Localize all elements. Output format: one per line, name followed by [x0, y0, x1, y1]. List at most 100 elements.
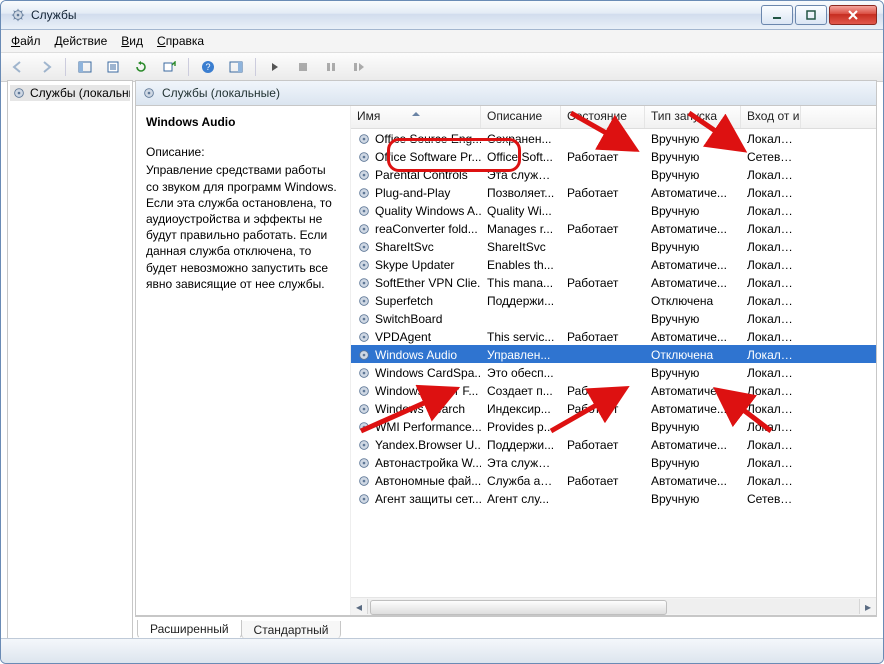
pane-header: Службы (локальные)	[135, 80, 877, 105]
cell-description: Provides p...	[481, 419, 561, 434]
cell-startup-type: Вручную	[645, 491, 741, 506]
cell-name: Quality Windows A...	[351, 203, 481, 218]
scrollbar-track[interactable]	[367, 599, 860, 614]
service-name-text: reaConverter fold...	[375, 222, 478, 236]
pane-body: Windows Audio Описание: Управление средс…	[135, 105, 877, 616]
cell-description: Эта служб...	[481, 455, 561, 470]
service-row[interactable]: SoftEther VPN Clie...This mana...Работае…	[351, 273, 876, 291]
service-row[interactable]: Quality Windows A...Quality Wi...Вручную…	[351, 201, 876, 219]
gear-icon	[357, 474, 371, 488]
cell-startup-type: Автоматиче...	[645, 221, 741, 236]
toolbar-separator	[255, 58, 256, 76]
service-row[interactable]: Yandex.Browser U...Поддержи...РаботаетАв…	[351, 435, 876, 453]
gear-icon	[357, 276, 371, 290]
services-window: Службы ФФайлайл Действие Вид Справка ?	[0, 0, 884, 664]
service-row[interactable]: reaConverter fold...Manages r...Работает…	[351, 219, 876, 237]
cell-startup-type: Автоматиче...	[645, 257, 741, 272]
menu-file[interactable]: ФФайлайл	[5, 32, 47, 50]
gear-icon	[357, 132, 371, 146]
export-list-button[interactable]	[156, 55, 182, 79]
service-row[interactable]: Windows CardSpa...Это обесп...ВручнуюЛок…	[351, 363, 876, 381]
scroll-right-icon[interactable]: ▸	[860, 599, 876, 614]
toolbar-separator	[188, 58, 189, 76]
toolbar-separator	[65, 58, 66, 76]
cell-name: SoftEther VPN Clie...	[351, 275, 481, 290]
menu-help[interactable]: Справка	[151, 32, 210, 50]
service-row[interactable]: Office Software Pr...Office Soft...Работ…	[351, 147, 876, 165]
cell-name: reaConverter fold...	[351, 221, 481, 236]
properties-button[interactable]	[100, 55, 126, 79]
maximize-button[interactable]	[795, 5, 827, 25]
service-row[interactable]: Windows AudioУправлен...ОтключенаЛокальн…	[351, 345, 876, 363]
tab-extended[interactable]: Расширенный	[137, 620, 242, 639]
menu-action[interactable]: Действие	[49, 32, 114, 50]
refresh-button[interactable]	[128, 55, 154, 79]
service-row[interactable]: Office Source Eng...Сохранен...ВручнуюЛо…	[351, 129, 876, 147]
cell-name: Windows Audio	[351, 347, 481, 362]
scroll-left-icon[interactable]: ◂	[351, 599, 367, 614]
cell-startup-type: Отключена	[645, 347, 741, 362]
tree-item-services-local[interactable]: Службы (локальные)	[10, 85, 130, 101]
column-header-startup-type[interactable]: Тип запуска	[645, 106, 741, 128]
cell-name: Windows CardSpa...	[351, 365, 481, 380]
column-header-name[interactable]: Имя	[351, 106, 481, 128]
service-row[interactable]: Автонастройка W...Эта служб...ВручнуюЛок…	[351, 453, 876, 471]
service-row[interactable]: Агент защиты сет...Агент слу...ВручнуюСе…	[351, 489, 876, 507]
main-pane: Службы (локальные) Windows Audio Описани…	[135, 80, 877, 639]
service-row[interactable]: Windows Driver F...Создает п...РаботаетА…	[351, 381, 876, 399]
cell-startup-type: Вручную	[645, 149, 741, 164]
service-row[interactable]: Windows SearchИндексир...РаботаетАвтомат…	[351, 399, 876, 417]
cell-startup-type: Вручную	[645, 239, 741, 254]
cell-description: Office Soft...	[481, 149, 561, 164]
service-row[interactable]: Parental ControlsЭта служб...ВручнуюЛока…	[351, 165, 876, 183]
back-button	[5, 55, 31, 79]
cell-description: Позволяет...	[481, 185, 561, 200]
cell-state	[561, 462, 645, 463]
cell-startup-type: Автоматиче...	[645, 437, 741, 452]
service-name-text: SwitchBoard	[375, 312, 442, 326]
cell-logon: Локальна	[741, 257, 801, 272]
cell-description: This mana...	[481, 275, 561, 290]
menu-view[interactable]: Вид	[115, 32, 149, 50]
service-row[interactable]: VPDAgentThis servic...РаботаетАвтоматиче…	[351, 327, 876, 345]
gear-icon	[357, 492, 371, 506]
service-row[interactable]: ShareItSvcShareItSvcВручнуюЛокальна	[351, 237, 876, 255]
service-name-text: Windows Driver F...	[375, 384, 478, 398]
help-button[interactable]: ?	[195, 55, 221, 79]
cell-description: Сохранен...	[481, 131, 561, 146]
cell-state	[561, 372, 645, 373]
cell-state: Работает	[561, 401, 645, 416]
tab-standard[interactable]: Стандартный	[241, 621, 342, 639]
cell-name: Windows Search	[351, 401, 481, 416]
service-name-text: Office Software Pr...	[375, 150, 481, 164]
column-header-state[interactable]: Состояние	[561, 106, 645, 128]
cell-startup-type: Автоматиче...	[645, 275, 741, 290]
cell-state	[561, 264, 645, 265]
service-row[interactable]: SuperfetchПоддержи...ОтключенаЛокальна	[351, 291, 876, 309]
show-hide-action-pane-button[interactable]	[223, 55, 249, 79]
service-name-text: Yandex.Browser U...	[375, 438, 481, 452]
service-row[interactable]: Plug-and-PlayПозволяет...РаботаетАвтомат…	[351, 183, 876, 201]
service-row[interactable]: Автономные фай...Служба ав...РаботаетАвт…	[351, 471, 876, 489]
cell-startup-type: Автоматиче...	[645, 473, 741, 488]
service-row[interactable]: SwitchBoardВручнуюЛокальна	[351, 309, 876, 327]
gear-icon	[357, 348, 371, 362]
rows-container[interactable]: Office Source Eng...Сохранен...ВручнуюЛо…	[351, 129, 876, 597]
show-hide-tree-button[interactable]	[72, 55, 98, 79]
cell-logon: Локальна	[741, 275, 801, 290]
service-row[interactable]: WMI Performance...Provides p...ВручнуюЛо…	[351, 417, 876, 435]
start-service-button[interactable]	[262, 55, 288, 79]
column-header-logon[interactable]: Вход от и...	[741, 106, 801, 128]
horizontal-scrollbar[interactable]: ◂ ▸	[351, 597, 876, 615]
column-header-description[interactable]: Описание	[481, 106, 561, 128]
service-name-text: Skype Updater	[375, 258, 454, 272]
cell-state	[561, 174, 645, 175]
cell-state: Работает	[561, 275, 645, 290]
gear-icon	[357, 258, 371, 272]
tree-pane[interactable]: Службы (локальные)	[7, 80, 133, 639]
minimize-button[interactable]	[761, 5, 793, 25]
close-button[interactable]	[829, 5, 877, 25]
scrollbar-thumb[interactable]	[370, 600, 667, 615]
titlebar: Службы	[1, 1, 883, 30]
service-row[interactable]: Skype UpdaterEnables th...Автоматиче...Л…	[351, 255, 876, 273]
